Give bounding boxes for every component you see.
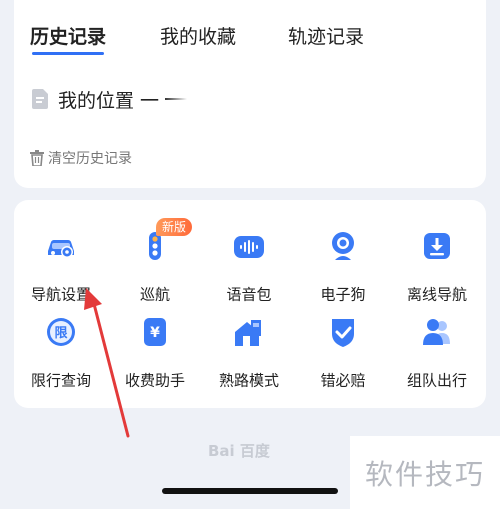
home-indicator[interactable] <box>162 488 338 494</box>
site-brand-watermark: 软件技巧 <box>350 436 500 509</box>
baidu-watermark: Bai 百度 <box>208 442 270 460</box>
annotation-arrow <box>84 288 130 438</box>
site-brand-text: 软件技巧 <box>364 457 485 491</box>
